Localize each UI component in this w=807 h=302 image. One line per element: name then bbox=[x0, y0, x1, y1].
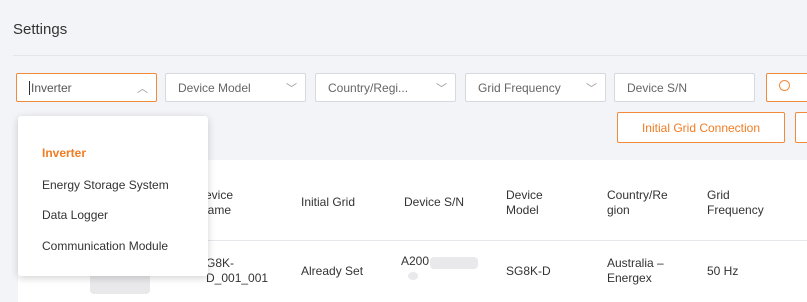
cell-grid-frequency: 50 Hz bbox=[707, 264, 739, 278]
more-action-button[interactable] bbox=[795, 112, 807, 143]
filter-bar: Inverter ︿ Device Model ﹀ Country/Regi..… bbox=[0, 73, 807, 104]
grid-frequency-select[interactable]: Grid Frequency ﹀ bbox=[465, 73, 606, 102]
title-divider bbox=[13, 55, 807, 56]
device-type-value: Inverter bbox=[31, 80, 72, 95]
device-sn-input[interactable]: Device S/N bbox=[614, 73, 755, 102]
chevron-down-icon: ﹀ bbox=[436, 82, 447, 95]
dropdown-option-communication-module[interactable]: Communication Module bbox=[18, 233, 208, 259]
text-caret bbox=[29, 80, 30, 95]
device-type-select[interactable]: Inverter ︿ bbox=[16, 73, 157, 102]
col-device-sn: Device S/N bbox=[404, 195, 465, 209]
cell-device-sn: A200 bbox=[401, 254, 430, 268]
cell-country-region: Australia – Energex bbox=[607, 256, 664, 285]
chevron-up-icon: ︿ bbox=[137, 82, 148, 95]
redacted-mark bbox=[408, 272, 418, 280]
cell-device-model: SG8K-D bbox=[506, 264, 551, 278]
cell-initial-grid: Already Set bbox=[301, 264, 364, 278]
chevron-down-icon: ﹀ bbox=[286, 82, 297, 95]
col-device-model: Device Model bbox=[506, 188, 543, 217]
dropdown-option-data-logger[interactable]: Data Logger bbox=[18, 202, 208, 228]
cell-device-name: G8K- D_001_001 bbox=[206, 256, 269, 285]
device-model-placeholder: Device Model bbox=[178, 80, 251, 95]
country-region-select[interactable]: Country/Regi... ﹀ bbox=[315, 73, 456, 102]
col-country-region: Country/Re gion bbox=[607, 188, 668, 217]
device-sn-placeholder: Device S/N bbox=[627, 80, 688, 95]
chevron-down-icon: ﹀ bbox=[586, 82, 597, 95]
initial-grid-connection-button[interactable]: Initial Grid Connection bbox=[617, 112, 785, 143]
search-icon bbox=[779, 80, 790, 91]
page-title: Settings bbox=[13, 21, 68, 38]
col-grid-frequency: Grid Frequency bbox=[707, 188, 764, 217]
device-type-dropdown: Inverter Energy Storage System Data Logg… bbox=[18, 116, 208, 276]
col-initial-grid: Initial Grid bbox=[301, 195, 356, 209]
grid-frequency-placeholder: Grid Frequency bbox=[478, 80, 561, 95]
dropdown-option-energy-storage-system[interactable]: Energy Storage System bbox=[18, 172, 208, 198]
col-device-name: evice lame bbox=[205, 188, 234, 217]
search-button[interactable] bbox=[766, 73, 807, 102]
dropdown-option-inverter[interactable]: Inverter bbox=[18, 140, 208, 166]
country-region-placeholder: Country/Regi... bbox=[328, 80, 409, 95]
device-model-select[interactable]: Device Model ﹀ bbox=[165, 73, 306, 102]
redacted-sn bbox=[430, 257, 478, 269]
